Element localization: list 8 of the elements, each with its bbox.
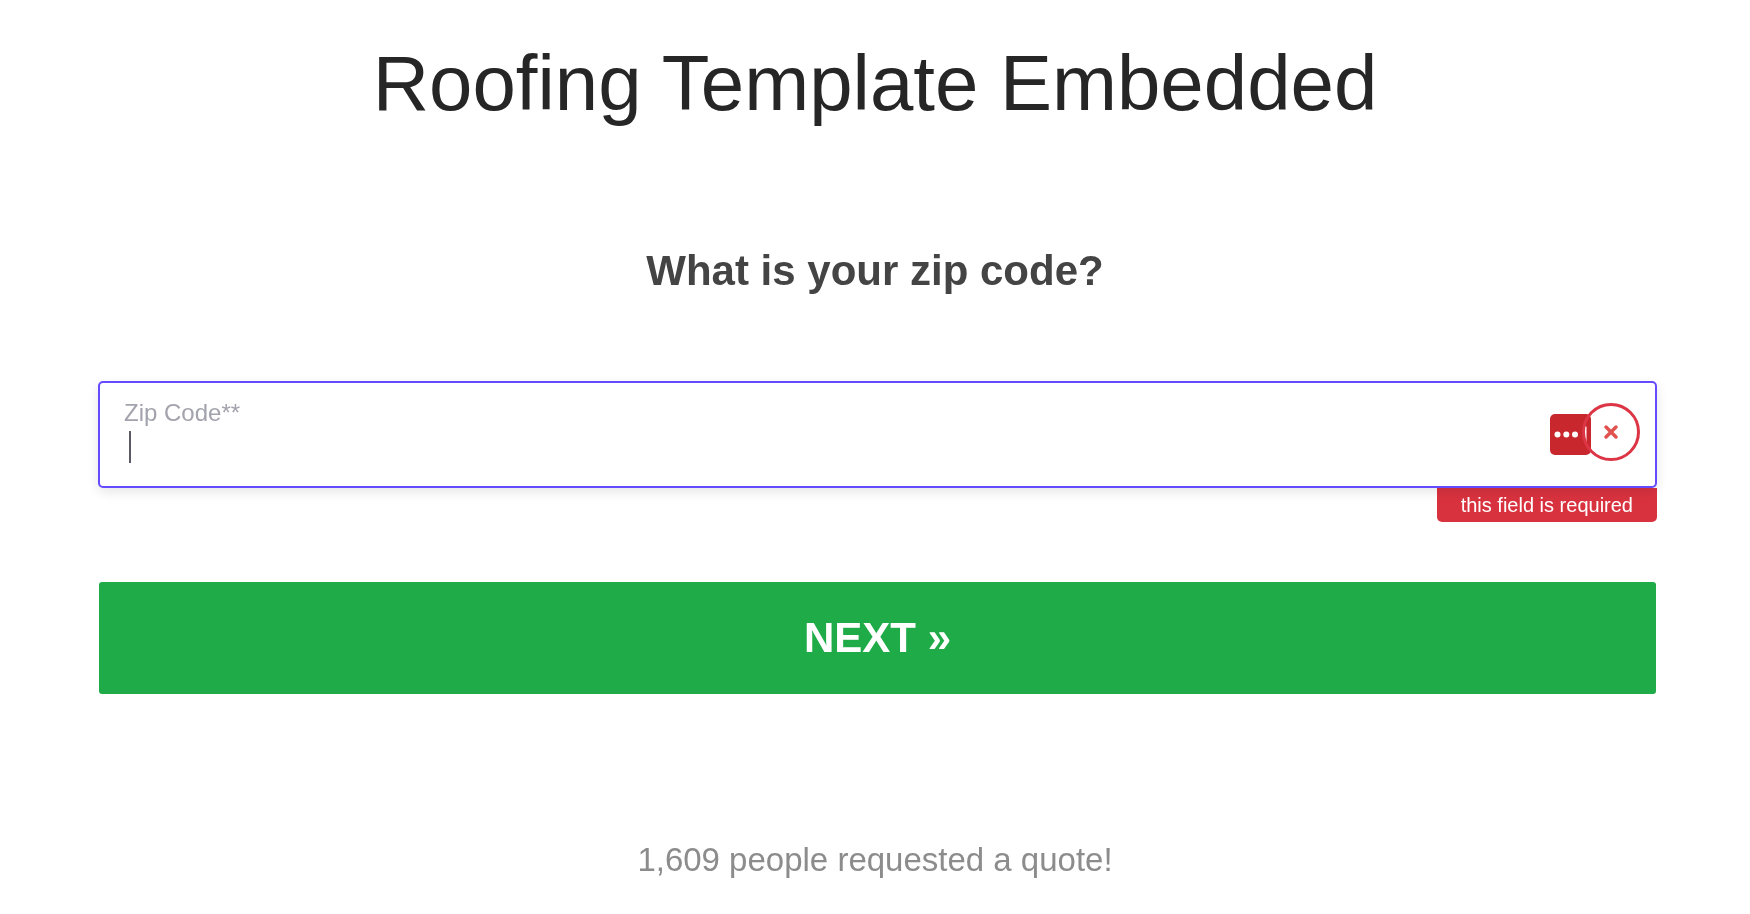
quote-count-text: 1,609 people requested a quote! [637,843,1113,876]
field-label: Zip Code** [124,401,241,425]
next-button[interactable]: NEXT » [99,582,1656,694]
zip-code-field[interactable]: Zip Code** [98,381,1657,488]
password-dots-icon[interactable] [1550,414,1591,455]
error-message: this field is required [1436,488,1657,522]
text-cursor-icon [129,431,131,463]
question-heading: What is your zip code? [646,250,1104,292]
